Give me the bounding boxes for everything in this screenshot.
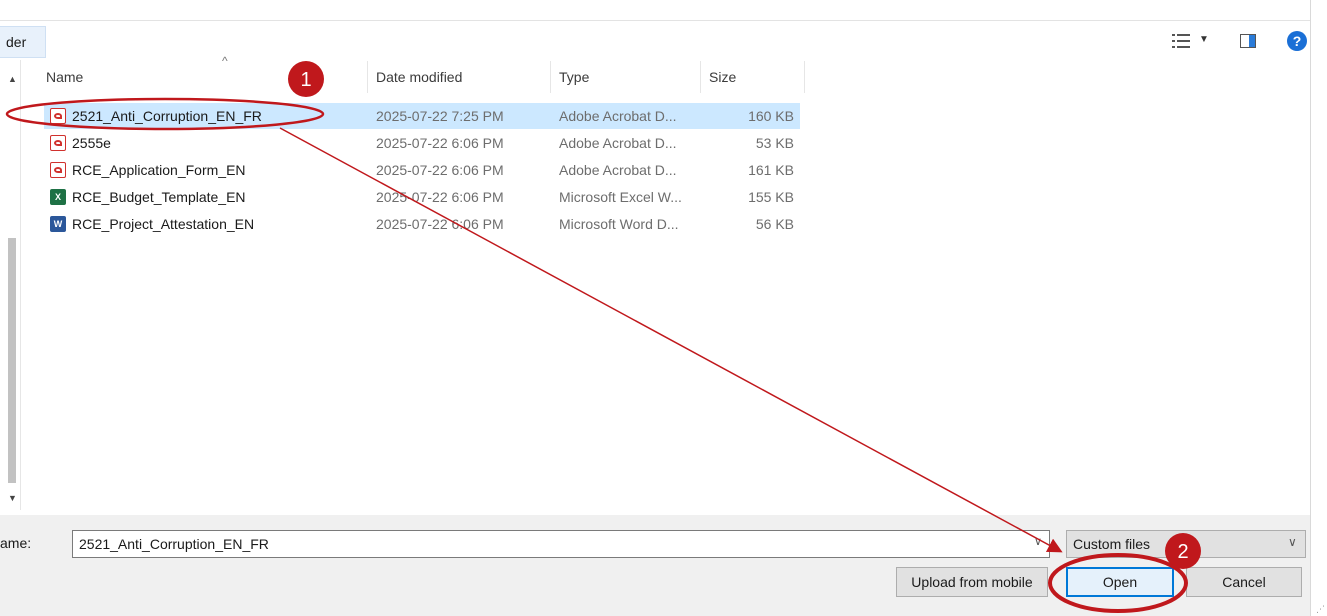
resize-grip-icon[interactable]: ⋰ xyxy=(1316,604,1325,615)
file-type: Adobe Acrobat D... xyxy=(559,135,677,151)
column-header-date-modified[interactable]: Date modified xyxy=(368,61,551,93)
file-type-filter-value: Custom files xyxy=(1073,536,1151,552)
file-row-anti-corruption[interactable]: 2521_Anti_Corruption_EN_FR 2025-07-22 7:… xyxy=(44,103,800,129)
chevron-down-icon[interactable]: ∨ xyxy=(1288,535,1297,549)
pane-divider[interactable] xyxy=(20,60,21,510)
cancel-button[interactable]: Cancel xyxy=(1186,567,1302,597)
pdf-file-icon xyxy=(50,108,66,124)
top-divider xyxy=(0,20,1310,21)
scroll-up-icon[interactable]: ▲ xyxy=(8,74,17,84)
file-type: Microsoft Excel W... xyxy=(559,189,682,205)
file-type: Adobe Acrobat D... xyxy=(559,162,677,178)
pdf-file-icon xyxy=(50,162,66,178)
help-icon[interactable]: ? xyxy=(1287,31,1307,51)
scrollbar-thumb[interactable] xyxy=(8,238,16,483)
file-type: Microsoft Word D... xyxy=(559,216,679,232)
file-name: 2521_Anti_Corruption_EN_FR xyxy=(72,108,262,124)
file-size: 56 KB xyxy=(755,216,794,232)
scroll-down-icon[interactable]: ▼ xyxy=(8,493,17,503)
new-folder-button[interactable]: der xyxy=(0,26,46,58)
file-row-project-attestation[interactable]: W RCE_Project_Attestation_EN 2025-07-22 … xyxy=(44,211,800,237)
file-date: 2025-07-22 7:25 PM xyxy=(376,108,504,124)
view-options-dropdown-icon[interactable]: ▼ xyxy=(1199,34,1209,45)
excel-file-icon: X xyxy=(50,189,66,205)
upload-from-mobile-button[interactable]: Upload from mobile xyxy=(896,567,1048,597)
file-row-budget-template[interactable]: X RCE_Budget_Template_EN 2025-07-22 6:06… xyxy=(44,184,800,210)
column-header-name[interactable]: Name xyxy=(38,61,368,93)
column-header-type[interactable]: Type xyxy=(551,61,701,93)
file-size: 160 KB xyxy=(748,108,794,124)
file-name: 2555e xyxy=(72,135,111,151)
dialog-right-edge xyxy=(1310,0,1311,616)
file-date: 2025-07-22 6:06 PM xyxy=(376,135,504,151)
file-type: Adobe Acrobat D... xyxy=(559,108,677,124)
file-date: 2025-07-22 6:06 PM xyxy=(376,216,504,232)
file-name: RCE_Application_Form_EN xyxy=(72,162,246,178)
file-row-2555e[interactable]: 2555e 2025-07-22 6:06 PM Adobe Acrobat D… xyxy=(44,130,800,156)
file-size: 53 KB xyxy=(755,135,794,151)
file-size: 155 KB xyxy=(748,189,794,205)
column-header-type-label: Type xyxy=(559,69,590,85)
new-folder-label: der xyxy=(6,34,27,50)
file-row-application-form[interactable]: RCE_Application_Form_EN 2025-07-22 6:06 … xyxy=(44,157,800,183)
file-type-filter-select[interactable]: Custom files xyxy=(1066,530,1306,558)
column-header-name-label: Name xyxy=(46,69,84,85)
file-name-label: ame: xyxy=(0,535,32,551)
navigation-pane-scrollbar[interactable]: ▲ ▼ xyxy=(8,60,17,510)
pdf-file-icon xyxy=(50,135,66,151)
file-name: RCE_Project_Attestation_EN xyxy=(72,216,255,232)
file-name: RCE_Budget_Template_EN xyxy=(72,189,246,205)
file-size: 161 KB xyxy=(748,162,794,178)
details-view-icon[interactable] xyxy=(1172,33,1190,49)
word-file-icon: W xyxy=(50,216,66,232)
file-name-input[interactable] xyxy=(72,530,1050,558)
column-header-size[interactable]: Size xyxy=(701,61,805,93)
file-name-dropdown-icon[interactable]: ∨ xyxy=(1034,535,1042,548)
open-button[interactable]: Open xyxy=(1066,567,1174,597)
column-header-date-label: Date modified xyxy=(376,69,463,85)
file-date: 2025-07-22 6:06 PM xyxy=(376,162,504,178)
file-date: 2025-07-22 6:06 PM xyxy=(376,189,504,205)
column-header-size-label: Size xyxy=(709,69,737,85)
preview-pane-icon[interactable] xyxy=(1240,34,1256,48)
